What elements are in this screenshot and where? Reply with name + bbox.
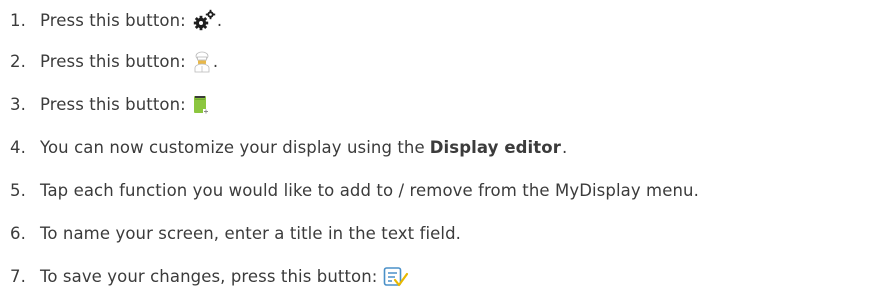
step-suffix: .: [216, 10, 223, 30]
step-text: To name your screen, enter a title in th…: [40, 224, 462, 243]
step-7: 7. To save your changes, press this butt…: [10, 255, 699, 298]
save-checklist-icon: [383, 266, 409, 288]
step-2: 2. Press this button: .: [10, 40, 699, 83]
step-5: 5. Tap each function you would like to a…: [10, 169, 699, 212]
step-text: You can now customize your display using…: [40, 138, 425, 157]
step-number: 4.: [10, 138, 26, 157]
instruction-list: 1. Press this button: . 2. Press this bu…: [10, 0, 699, 298]
step-number: 7.: [10, 267, 26, 286]
step-number: 2.: [10, 52, 26, 71]
step-text: Press this button:: [40, 10, 186, 30]
step-text: Press this button:: [40, 95, 186, 114]
step-3: 3. Press this button:: [10, 83, 699, 126]
step-suffix: .: [561, 138, 568, 157]
chef-icon: [192, 51, 212, 73]
step-number: 6.: [10, 224, 26, 243]
step-text: Press this button:: [40, 52, 186, 71]
step-number: 1.: [10, 10, 26, 30]
step-number: 5.: [10, 181, 26, 200]
step-suffix: .: [212, 52, 219, 71]
settings-gears-icon: [192, 9, 216, 31]
step-4: 4. You can now customize your display us…: [10, 126, 699, 169]
step-text: To save your changes, press this button:: [40, 267, 378, 286]
step-6: 6. To name your screen, enter a title in…: [10, 212, 699, 255]
notepad-add-icon: [192, 95, 210, 115]
step-1: 1. Press this button: .: [10, 0, 699, 40]
step-text: Tap each function you would like to add …: [40, 181, 699, 200]
display-editor-label: Display editor: [429, 138, 561, 157]
step-number: 3.: [10, 95, 26, 114]
